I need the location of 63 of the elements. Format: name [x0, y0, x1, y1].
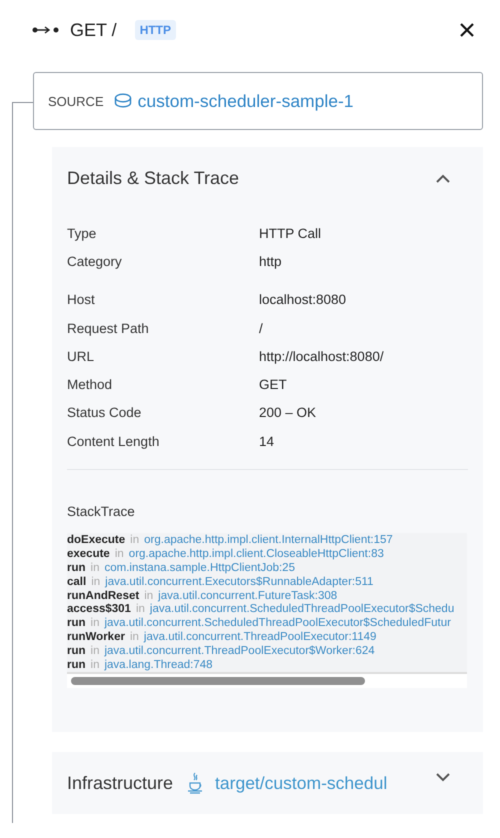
field-value: HTTP Call — [259, 226, 322, 241]
coffee-cup-icon — [187, 772, 204, 794]
code-location[interactable]: java.util.concurrent.ScheduledThreadPoolExecutor$Schedu — [150, 603, 454, 616]
method-name: call — [67, 576, 86, 588]
code-location[interactable]: com.instana.sample.HttpClientJob:25 — [104, 562, 295, 574]
field-label: Request Path — [67, 320, 150, 336]
close-icon — [460, 23, 474, 37]
database-icon — [114, 93, 132, 109]
collapse-chevron-icon[interactable] — [436, 174, 450, 182]
code-location[interactable]: java.util.concurrent.ThreadPoolExecutor$Worker:624 — [104, 644, 375, 657]
span-title: GET / — [70, 20, 117, 40]
field-label: Method — [67, 377, 114, 392]
in-label: in — [90, 658, 100, 671]
source-link[interactable]: custom-scheduler-sample-1 — [114, 90, 354, 112]
connection-icon — [32, 25, 60, 35]
field-label: Host — [67, 292, 96, 308]
protocol-tag: HTTP — [134, 20, 176, 40]
panel-title: Infrastructure — [67, 772, 174, 794]
in-label: in — [90, 617, 100, 630]
code-location[interactable]: org.apache.http.impl.client.InternalHttpClient:157 — [144, 534, 393, 546]
close-button[interactable] — [458, 21, 476, 39]
method-name: run — [67, 658, 86, 671]
method-name: run — [67, 644, 86, 657]
in-label: in — [114, 548, 124, 560]
method-name: runAndReset — [67, 590, 140, 602]
in-label: in — [136, 603, 145, 616]
code-location[interactable]: java.util.concurrent.Executors$RunnableAdapter:511 — [105, 576, 374, 588]
field-value: 200 – OK — [259, 405, 318, 420]
in-label: in — [130, 534, 140, 546]
method-name: access$301 — [67, 603, 131, 616]
code-location[interactable]: java.util.concurrent.ScheduledThreadPoolExecutor$ScheduledFutur — [104, 617, 451, 630]
field-label: Content Length — [67, 434, 160, 449]
field-value: GET — [259, 377, 288, 392]
method-name: execute — [67, 548, 110, 560]
expand-chevron-icon[interactable] — [436, 772, 450, 782]
code-location[interactable]: java.util.concurrent.FutureTask:308 — [158, 590, 338, 602]
source-label: SOURCE — [48, 94, 104, 108]
field-value: http://localhost:8080/ — [259, 348, 385, 364]
target-link[interactable]: target/custom-schedul — [215, 772, 388, 794]
in-label: in — [90, 644, 100, 657]
field-value: / — [259, 320, 264, 336]
stacktrace-label: StackTrace — [67, 504, 136, 520]
in-label: in — [91, 576, 100, 588]
panel-title: Details & Stack Trace — [67, 168, 240, 188]
code-location[interactable]: java.util.concurrent.ThreadPoolExecutor:1149 — [144, 630, 376, 643]
horizontal-scrollbar[interactable] — [67, 672, 467, 688]
in-label: in — [144, 590, 154, 602]
field-value: localhost:8080 — [259, 292, 348, 308]
field-label: Type — [67, 226, 98, 241]
method-name: doExecute — [67, 534, 126, 546]
method-name: runWorker — [67, 630, 125, 643]
method-name: run — [67, 562, 86, 574]
field-label: Category — [67, 254, 123, 269]
field-label: Status Code — [67, 405, 142, 420]
code-location[interactable]: java.lang.Thread:748 — [104, 658, 213, 671]
scrollbar-thumb[interactable] — [71, 677, 365, 686]
code-location[interactable]: org.apache.http.impl.client.CloseableHttpClient:83 — [128, 548, 384, 560]
field-value: 14 — [259, 434, 276, 449]
field-value: http — [259, 254, 283, 269]
field-label: URL — [67, 348, 96, 364]
in-label: in — [90, 562, 100, 574]
in-label: in — [130, 630, 139, 643]
method-name: run — [67, 617, 86, 630]
